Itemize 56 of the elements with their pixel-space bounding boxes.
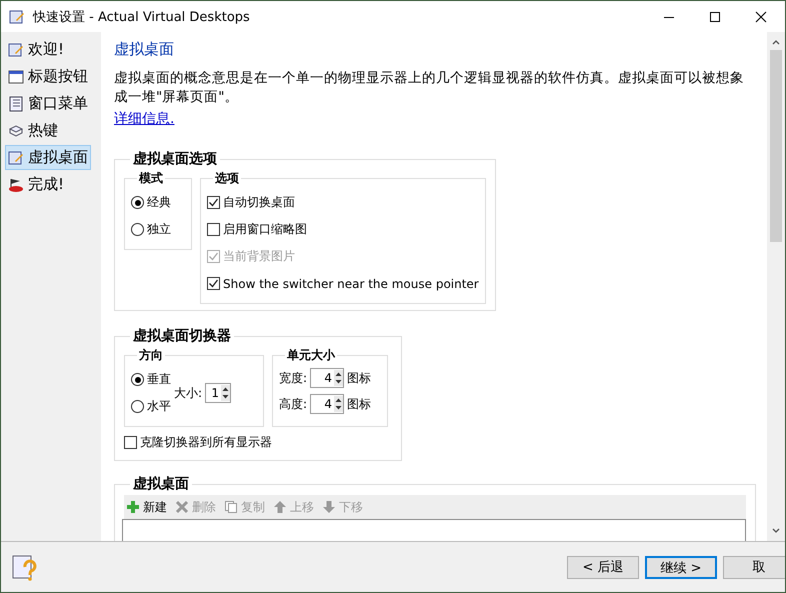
radio-button[interactable]: 垂直 bbox=[131, 366, 171, 393]
size-spinner[interactable]: 1 bbox=[205, 383, 232, 403]
window-title: 快速设置 - Actual Virtual Desktops bbox=[33, 8, 250, 26]
sidebar-item[interactable]: 欢迎! bbox=[5, 37, 68, 62]
wizard-button[interactable]: 取 bbox=[723, 556, 785, 578]
page-heading: 虚拟桌面 bbox=[114, 40, 175, 59]
unit-label: 图标 bbox=[347, 370, 372, 386]
up-arrow-icon bbox=[273, 500, 287, 514]
wizard-button[interactable]: 继续 > bbox=[645, 556, 717, 578]
unit-label: 图标 bbox=[347, 396, 372, 412]
copy-icon bbox=[224, 500, 238, 514]
checkbox[interactable]: 克隆切换器到所有显示器 bbox=[124, 429, 272, 456]
dimension-label: 高度: bbox=[279, 396, 308, 412]
plus-icon bbox=[126, 500, 140, 514]
sidebar-item[interactable]: 完成! bbox=[5, 172, 68, 197]
maximize-icon[interactable] bbox=[709, 10, 721, 22]
pencil-icon bbox=[8, 42, 24, 58]
toolbar-button[interactable]: 新建 bbox=[126, 498, 167, 516]
close-icon[interactable] bbox=[755, 10, 767, 22]
app-icon bbox=[9, 8, 25, 24]
number-spinner[interactable]: 4 bbox=[310, 394, 344, 414]
scroll-down-icon[interactable] bbox=[771, 527, 781, 535]
down-arrow-icon bbox=[322, 500, 336, 514]
dimension-label: 宽度: bbox=[279, 370, 308, 386]
group-title: 方向 bbox=[138, 347, 164, 364]
pencil-icon bbox=[8, 150, 24, 166]
sidebar-item[interactable]: 窗口菜单 bbox=[5, 91, 91, 116]
document-icon bbox=[8, 96, 24, 112]
radio-button[interactable]: 独立 bbox=[131, 216, 171, 243]
sidebar-item[interactable]: 虚拟桌面 bbox=[5, 145, 91, 170]
checkbox[interactable]: Show the switcher near the mouse pointer bbox=[207, 270, 479, 297]
size-label: 大小: bbox=[174, 384, 202, 402]
radio-button[interactable]: 水平 bbox=[131, 393, 171, 420]
checkmark-icon bbox=[208, 197, 219, 208]
scroll-up-icon[interactable] bbox=[771, 38, 781, 46]
number-spinner[interactable]: 4 bbox=[310, 368, 344, 388]
finish-flag-icon bbox=[8, 176, 24, 192]
wizard-button[interactable]: < 后退 bbox=[567, 556, 639, 578]
group-title: 虚拟桌面选项 bbox=[132, 150, 218, 168]
group-title: 选项 bbox=[214, 170, 240, 187]
checkmark-icon bbox=[208, 278, 219, 289]
sidebar-item[interactable]: 标题按钮 bbox=[5, 64, 91, 89]
details-link[interactable]: 详细信息. bbox=[114, 110, 174, 128]
sidebar-item[interactable]: 热键 bbox=[5, 118, 61, 143]
radio-button[interactable]: 经典 bbox=[131, 189, 171, 216]
scrollbar-thumb[interactable] bbox=[770, 50, 782, 242]
window-icon bbox=[8, 68, 24, 84]
checkbox[interactable]: 自动切换桌面 bbox=[207, 189, 295, 216]
description-text: 虚拟桌面的概念意思是在一个单一的物理显示器上的几个逻辑显视器的软件仿真。虚拟桌面可以被想象成一堆"屏幕页面"。 bbox=[114, 69, 745, 107]
cross-icon bbox=[175, 500, 189, 514]
checkbox[interactable]: 启用窗口缩略图 bbox=[207, 216, 307, 243]
group-title: 虚拟桌面切换器 bbox=[132, 327, 232, 345]
checkmark-icon bbox=[208, 251, 219, 262]
group-title: 虚拟桌面 bbox=[132, 475, 190, 493]
group-title: 模式 bbox=[138, 170, 164, 187]
group-title: 单元大小 bbox=[286, 347, 336, 364]
